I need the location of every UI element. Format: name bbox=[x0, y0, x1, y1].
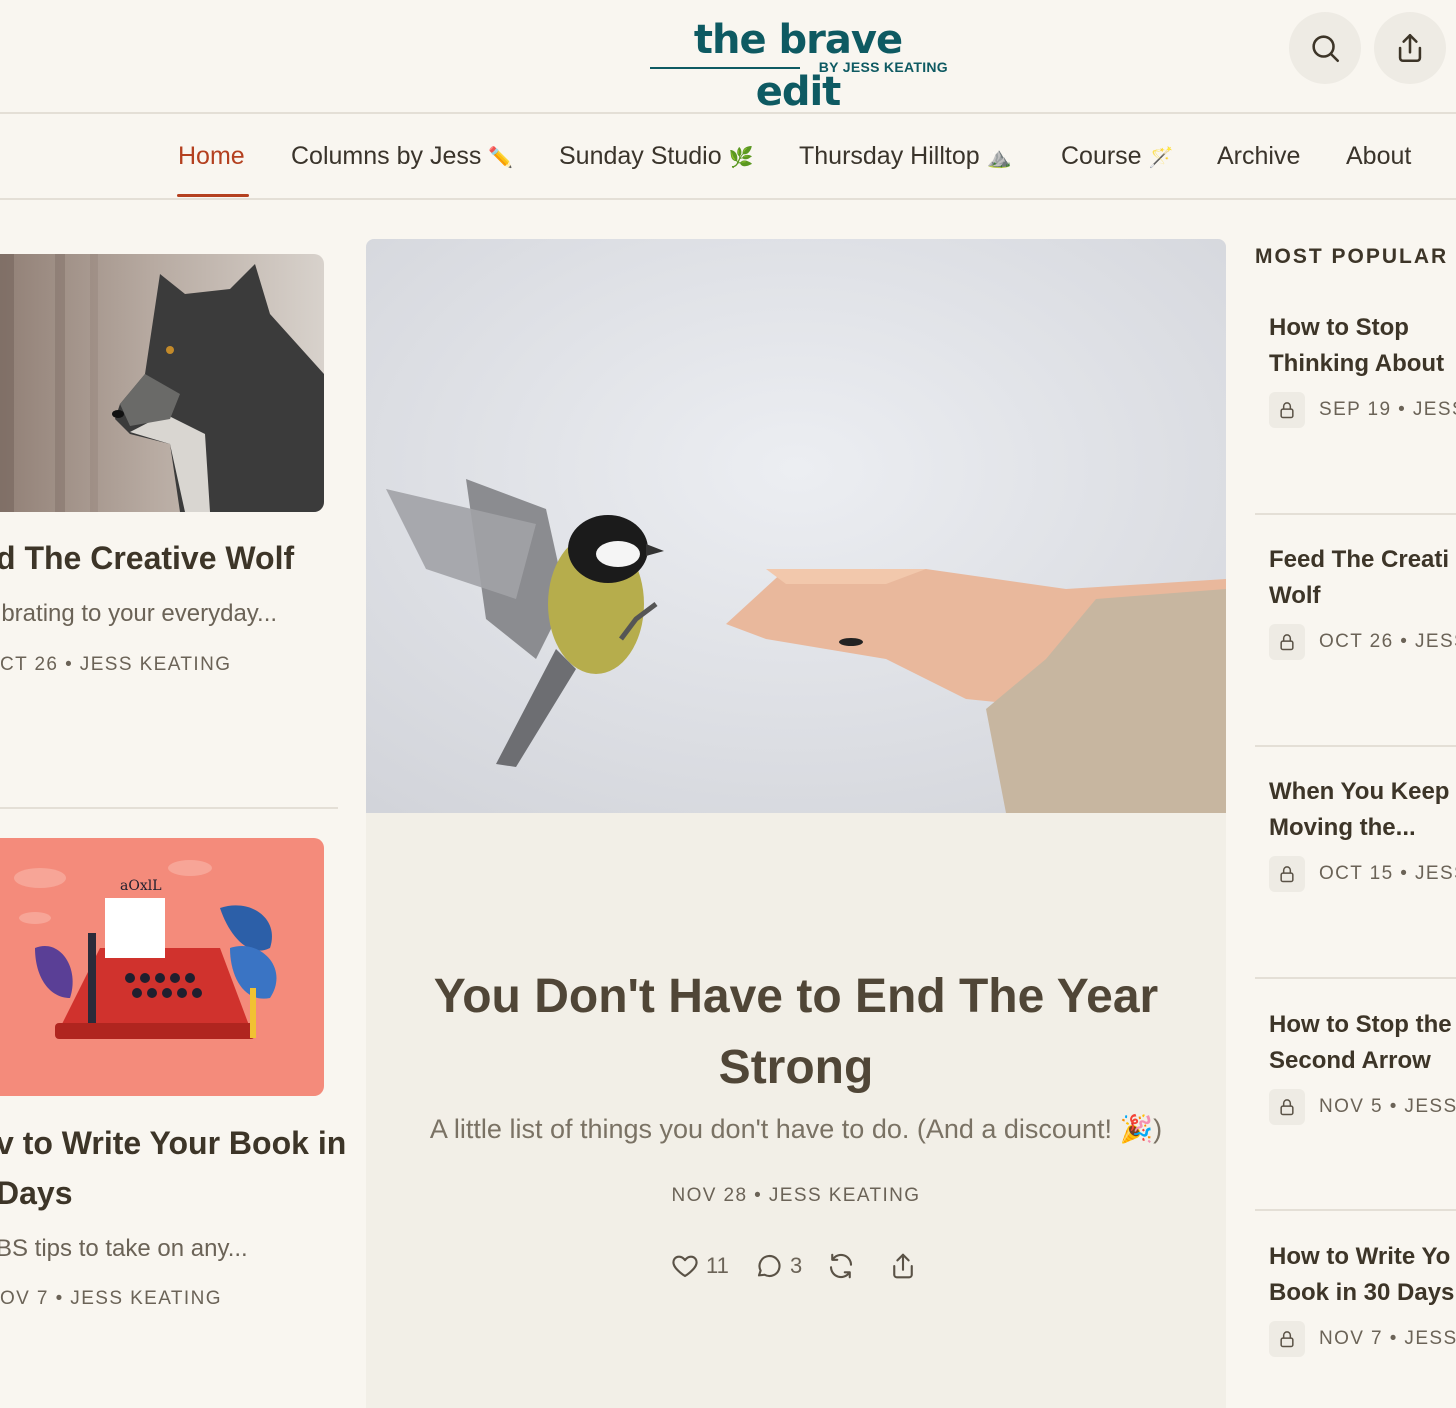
popular-post-title-line: How to Stop bbox=[1269, 314, 1409, 341]
popular-post-meta: SEP 19 • JESS bbox=[1319, 399, 1456, 420]
featured-post[interactable]: You Don't Have to End The Year Strong A … bbox=[366, 239, 1226, 1408]
popular-post-title-line: Thinking About bbox=[1269, 350, 1445, 377]
post-subtitle: BS tips to take on any... bbox=[0, 1235, 248, 1262]
post-subtitle: ibrating to your everyday... bbox=[0, 600, 278, 627]
lock-icon bbox=[1280, 1331, 1294, 1348]
popular-post-title-line: How to Stop the bbox=[1269, 1011, 1452, 1038]
lock-icon bbox=[1280, 402, 1294, 419]
nav-item-archive[interactable]: Archive bbox=[1217, 140, 1300, 172]
post-meta: OV 7 • JESS KEATING bbox=[0, 1288, 222, 1309]
magic-wand-icon: 🪄 bbox=[1148, 147, 1174, 169]
like-button[interactable]: 11 bbox=[670, 1249, 729, 1283]
nav-item-label: Columns by Jess bbox=[291, 142, 482, 170]
herb-icon: 🌿 bbox=[728, 147, 754, 169]
nav-item-label: Thursday Hilltop bbox=[799, 142, 980, 170]
lock-badge bbox=[1269, 856, 1305, 892]
svg-text:aOxlL: aOxlL bbox=[120, 878, 162, 894]
nav-item-thursday-hilltop[interactable]: Thursday Hilltop ⛰️ bbox=[799, 140, 1012, 174]
post-title-line: v to Write Your Book in bbox=[0, 1125, 347, 1161]
post-title[interactable]: v to Write Your Book in Days bbox=[0, 1118, 346, 1218]
share-icon bbox=[893, 1253, 913, 1279]
site-header: the brave edit BY JESS KEATING bbox=[0, 0, 1456, 115]
popular-post-title: When You Keep Moving the... bbox=[1269, 774, 1449, 846]
post-title[interactable]: d The Creative Wolf bbox=[0, 533, 294, 583]
lock-icon bbox=[1280, 866, 1294, 883]
popular-post-title-line: Feed The Creati bbox=[1269, 546, 1450, 573]
nav-item-columns-by-jess[interactable]: Columns by Jess ✏️ bbox=[291, 140, 513, 174]
lock-badge bbox=[1269, 1321, 1305, 1357]
post-thumbnail-typewriter[interactable]: aOxlL bbox=[0, 838, 324, 1096]
lock-badge bbox=[1269, 392, 1305, 428]
comment-button[interactable]: 3 bbox=[754, 1249, 802, 1283]
mountain-icon: ⛰️ bbox=[986, 147, 1012, 169]
popular-divider bbox=[1255, 1209, 1456, 1211]
popular-post-title-line: Wolf bbox=[1269, 582, 1321, 609]
popular-post-meta: NOV 5 • JESS. bbox=[1319, 1096, 1456, 1117]
nav-item-label: Course bbox=[1061, 142, 1142, 170]
most-popular-heading: MOST POPULAR bbox=[1255, 245, 1449, 268]
nav-item-label: About bbox=[1346, 142, 1412, 170]
like-count: 11 bbox=[706, 1253, 729, 1278]
pencil-icon: ✏️ bbox=[488, 147, 514, 169]
logo-rule bbox=[650, 67, 800, 69]
popular-post-title-line: When You Keep bbox=[1269, 778, 1450, 805]
heart-icon bbox=[672, 1255, 698, 1278]
popular-post-title-line: How to Write Yo bbox=[1269, 1243, 1451, 1270]
nav-item-home[interactable]: Home bbox=[178, 140, 245, 172]
lock-icon bbox=[1280, 1099, 1294, 1116]
nav-active-indicator bbox=[177, 194, 249, 197]
lock-badge bbox=[1269, 1089, 1305, 1125]
nav-item-sunday-studio[interactable]: Sunday Studio 🌿 bbox=[559, 140, 753, 174]
nav-item-label: Archive bbox=[1217, 142, 1301, 170]
popular-post-meta: NOV 7 • JESS. bbox=[1319, 1328, 1456, 1349]
share-button[interactable] bbox=[1374, 12, 1446, 84]
restack-icon bbox=[829, 1253, 853, 1279]
popular-divider bbox=[1255, 977, 1456, 979]
post-meta: CT 26 • JESS KEATING bbox=[0, 654, 232, 675]
nav-item-label: Home bbox=[178, 142, 245, 170]
popular-post-title-line: Book in 30 Days bbox=[1269, 1279, 1455, 1306]
popular-post-title: Feed The Creati Wolf bbox=[1269, 542, 1449, 614]
featured-post-subtitle: A little list of things you don't have t… bbox=[429, 1114, 1163, 1144]
share-icon bbox=[1398, 33, 1422, 63]
main-nav: Home Columns by Jess ✏️ Sunday Studio 🌿 … bbox=[0, 114, 1456, 200]
typewriter-illustration: aOxlL bbox=[0, 838, 324, 1096]
lock-badge bbox=[1269, 624, 1305, 660]
popular-post-title-line: Second Arrow bbox=[1269, 1047, 1431, 1074]
popular-divider bbox=[1255, 745, 1456, 747]
featured-post-title[interactable]: You Don't Have to End The Year Strong bbox=[406, 961, 1186, 1103]
post-thumbnail-wolf[interactable] bbox=[0, 254, 324, 512]
search-button[interactable] bbox=[1289, 12, 1361, 84]
comment-count: 3 bbox=[790, 1253, 803, 1278]
restack-button[interactable] bbox=[826, 1249, 856, 1283]
bird-hand-image bbox=[366, 239, 1226, 813]
featured-post-meta: NOV 28 • JESS KEATING bbox=[671, 1185, 921, 1206]
comment-icon bbox=[757, 1254, 781, 1278]
wolf-image bbox=[0, 254, 324, 512]
popular-post-title: How to Stop Thinking About bbox=[1269, 310, 1444, 382]
popular-post-meta: OCT 26 • JESS bbox=[1319, 631, 1456, 652]
logo-byline: BY JESS KEATING bbox=[818, 59, 948, 75]
search-icon bbox=[1312, 35, 1340, 63]
nav-item-label: Sunday Studio bbox=[559, 142, 722, 170]
popular-post-title-line: Moving the... bbox=[1269, 814, 1416, 841]
nav-item-about[interactable]: About bbox=[1346, 140, 1411, 172]
lock-icon bbox=[1280, 634, 1294, 651]
nav-item-course[interactable]: Course 🪄 bbox=[1061, 140, 1173, 174]
popular-divider bbox=[1255, 513, 1456, 515]
site-logo[interactable]: the brave edit BY JESS KEATING bbox=[646, 14, 950, 115]
post-divider bbox=[0, 807, 338, 809]
share-post-button[interactable] bbox=[888, 1249, 918, 1283]
popular-post-title: How to Stop the Second Arrow bbox=[1269, 1007, 1452, 1079]
popular-post-meta: OCT 15 • JESS bbox=[1319, 863, 1456, 884]
post-title-line: Days bbox=[0, 1175, 73, 1211]
popular-post-title: How to Write Yo Book in 30 Days bbox=[1269, 1239, 1454, 1311]
